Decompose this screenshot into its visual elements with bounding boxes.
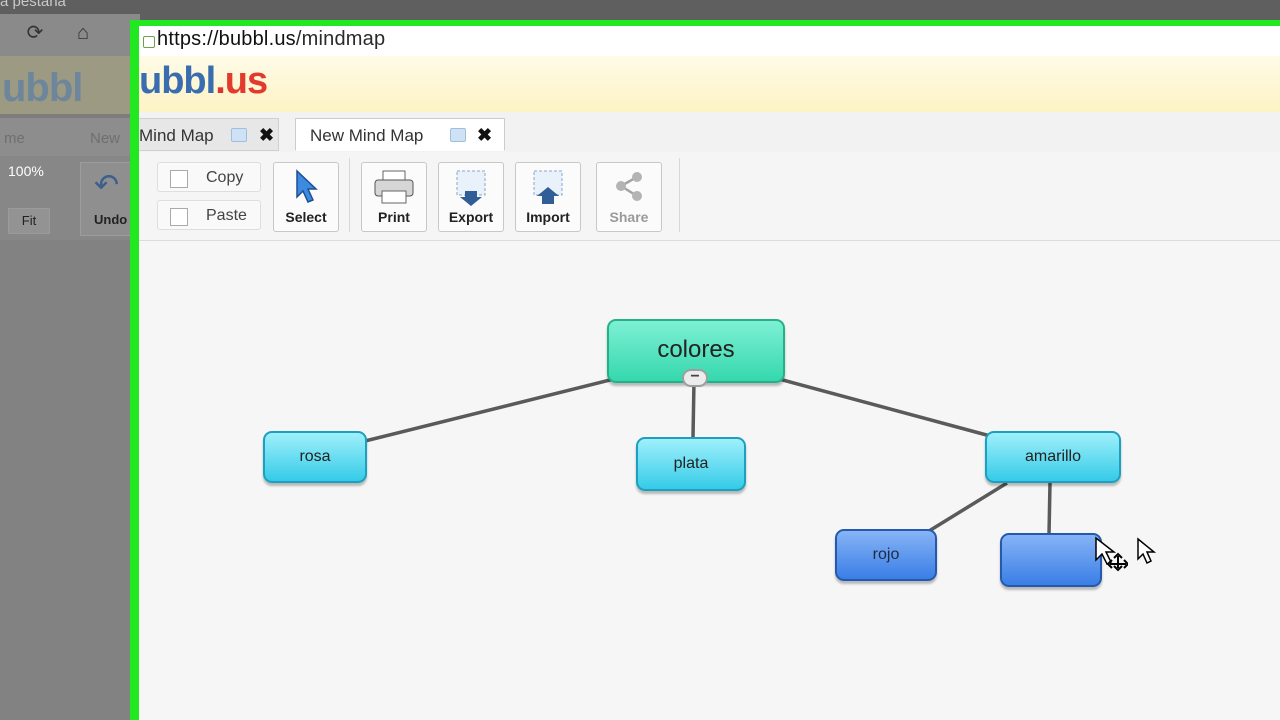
move-cursor-icon bbox=[1095, 536, 1128, 572]
printer-icon bbox=[374, 170, 414, 204]
toolbar: Copy Paste Select Print Export Import Sh… bbox=[139, 152, 1280, 241]
pointer-cursor-icon bbox=[1137, 537, 1157, 565]
share-button[interactable]: Share bbox=[596, 162, 662, 232]
recording-frame-left bbox=[130, 20, 139, 720]
reload-icon[interactable]: ⟳ bbox=[24, 22, 46, 44]
undo-icon: ↶ bbox=[94, 169, 120, 202]
url-host: https://bubbl.us bbox=[157, 28, 296, 50]
undo-label: Undo bbox=[94, 212, 128, 227]
document-tabs: Mind Map ✖ New Mind Map ✖ bbox=[139, 112, 1280, 153]
mindmap-node-rosa[interactable]: rosa bbox=[263, 431, 367, 483]
connector-line bbox=[1047, 482, 1052, 536]
fit-button[interactable]: Fit bbox=[8, 208, 50, 234]
background-navbar bbox=[0, 14, 140, 56]
select-button[interactable]: Select bbox=[273, 162, 339, 232]
import-button[interactable]: Import bbox=[515, 162, 581, 232]
select-arrow-icon bbox=[296, 169, 318, 203]
url-path: /mindmap bbox=[295, 28, 386, 50]
close-icon[interactable]: ✖ bbox=[477, 119, 492, 152]
background-logo: ubbl bbox=[2, 66, 83, 110]
mindmap-node-plata[interactable]: plata bbox=[636, 437, 746, 491]
connector-line bbox=[364, 377, 615, 443]
copy-icon bbox=[170, 170, 188, 188]
tab-label: New Mind Map bbox=[310, 126, 424, 145]
connector-line bbox=[928, 481, 1008, 533]
toolbar-divider bbox=[679, 158, 680, 232]
app-header: ubbl.us bbox=[139, 56, 1280, 113]
background-tab-label[interactable]: New bbox=[90, 130, 120, 147]
tab-mind-map[interactable]: Mind Map ✖ bbox=[139, 118, 279, 151]
connector-line bbox=[778, 377, 995, 439]
export-button[interactable]: Export bbox=[438, 162, 504, 232]
tab-settings-icon[interactable] bbox=[231, 128, 247, 142]
tab-label: Mind Map bbox=[139, 126, 214, 145]
url-text[interactable]: https://bubbl.us/mindmap bbox=[157, 28, 385, 51]
recording-frame-top bbox=[130, 20, 1280, 26]
paste-icon bbox=[170, 208, 188, 226]
home-icon[interactable]: ⌂ bbox=[72, 22, 94, 44]
background-tabstrip bbox=[0, 0, 1280, 20]
share-icon bbox=[616, 172, 642, 201]
address-bar[interactable]: https://bubbl.us/mindmap bbox=[139, 26, 1280, 57]
close-icon[interactable]: ✖ bbox=[259, 119, 274, 152]
bubbl-logo[interactable]: ubbl.us bbox=[139, 60, 268, 103]
background-tab-label[interactable]: me bbox=[4, 130, 25, 147]
toolbar-divider bbox=[349, 158, 350, 232]
background-tab[interactable]: a pestaña bbox=[0, 0, 120, 12]
mindmap-node-amarillo[interactable]: amarillo bbox=[985, 431, 1121, 483]
import-icon bbox=[533, 170, 563, 204]
copy-button[interactable]: Copy bbox=[157, 162, 261, 192]
background-canvas bbox=[0, 240, 140, 720]
print-button[interactable]: Print bbox=[361, 162, 427, 232]
collapse-icon[interactable]: − bbox=[682, 369, 708, 387]
page-icon bbox=[143, 36, 155, 48]
mindmap-canvas[interactable]: colores − rosa plata amarillo rojo bbox=[139, 241, 1280, 720]
export-icon bbox=[456, 170, 486, 206]
tab-new-mind-map[interactable]: New Mind Map ✖ bbox=[295, 118, 505, 151]
tab-settings-icon[interactable] bbox=[450, 128, 466, 142]
mindmap-node-empty[interactable] bbox=[1000, 533, 1102, 587]
connector-line bbox=[691, 380, 696, 438]
paste-button[interactable]: Paste bbox=[157, 200, 261, 230]
mindmap-node-rojo[interactable]: rojo bbox=[835, 529, 937, 581]
browser-window: https://bubbl.us/mindmap ubbl.us Mind Ma… bbox=[130, 20, 1280, 720]
zoom-level: 100% bbox=[8, 163, 44, 179]
